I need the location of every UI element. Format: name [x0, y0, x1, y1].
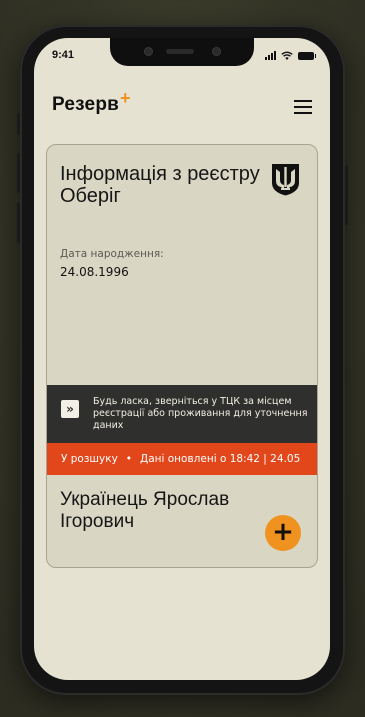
volume-down-button	[17, 203, 20, 243]
battery-icon	[298, 52, 316, 60]
power-button	[345, 165, 348, 225]
notice-banner: » Будь ласка, зверніться у ТЦК за місцем…	[47, 385, 317, 443]
stage-background: 9:41 Резерв+ Інформація з реєстру Оберіг	[0, 0, 365, 717]
mute-switch	[17, 113, 20, 135]
camera-icon	[212, 47, 221, 56]
person-name: Українець Ярослав Ігорович	[60, 489, 230, 532]
speaker-grille	[166, 49, 194, 54]
status-icons	[265, 51, 316, 60]
signal-icon	[265, 51, 276, 60]
phone-screen: 9:41 Резерв+ Інформація з реєстру Оберіг	[34, 38, 330, 680]
app-logo[interactable]: Резерв+	[52, 88, 131, 115]
double-chevron-right-icon: »	[61, 400, 79, 418]
status-time: 9:41	[52, 49, 75, 61]
volume-up-button	[17, 153, 20, 193]
ticker-separator: •	[125, 453, 132, 465]
add-button[interactable]: +	[265, 515, 301, 551]
hamburger-icon[interactable]	[294, 100, 312, 114]
dob-label: Дата народження:	[60, 248, 164, 260]
registry-card: Інформація з реєстру Оберіг Дата народже…	[46, 144, 318, 568]
wanted-status: У розшуку	[61, 453, 118, 465]
logo-plus: +	[120, 88, 131, 108]
app-header: Резерв+	[52, 88, 312, 124]
wifi-icon	[281, 51, 293, 60]
notice-text: Будь ласка, зверніться у ТЦК за місцем р…	[93, 396, 308, 431]
trident-icon	[272, 164, 299, 196]
logo-text: Резерв	[52, 94, 120, 115]
dob-value: 24.08.1996	[60, 265, 129, 279]
notch	[110, 38, 254, 66]
card-title: Інформація з реєстру Оберіг	[60, 163, 260, 207]
sensor-dot	[144, 47, 153, 56]
status-ticker: У розшуку • Дані оновлені о 18:42 | 24.05	[47, 443, 317, 475]
update-info: Дані оновлені о 18:42 | 24.05	[140, 453, 301, 465]
